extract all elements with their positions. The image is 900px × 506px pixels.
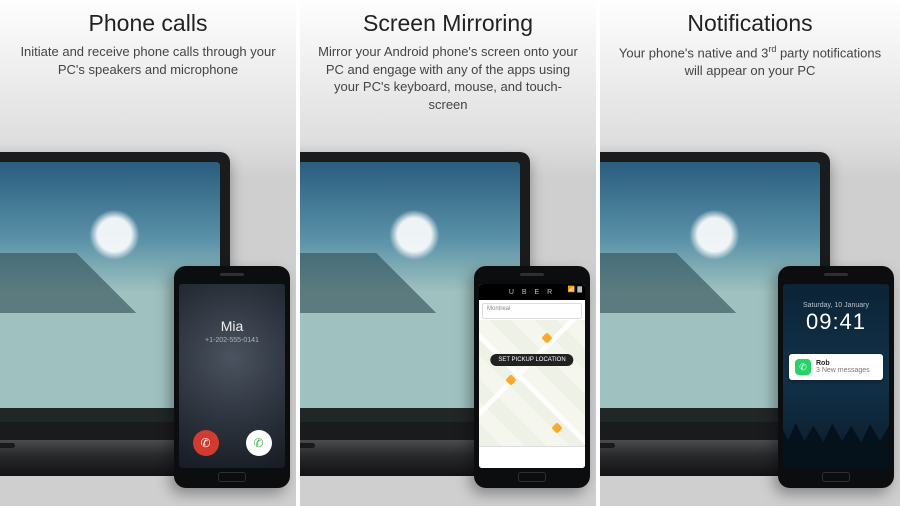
lockscreen-art	[783, 420, 889, 468]
lockscreen-notification[interactable]: ✆ Rob 3 New messages	[789, 354, 883, 380]
panel-heading: Screen Mirroring Mirror your Android pho…	[300, 0, 596, 117]
panel-title: Notifications	[618, 10, 882, 37]
phone-statusbar: 📶▇	[479, 284, 585, 294]
panel-notifications: Notifications Your phone's native and 3r…	[600, 0, 900, 506]
notification-subtext: 3 New messages	[816, 367, 870, 374]
panel-title: Screen Mirroring	[318, 10, 578, 37]
phone: 📶▇ Saturday, 10 January 09:41 ✆ Rob 3 Ne…	[778, 266, 894, 488]
feature-panels: Phone calls Initiate and receive phone c…	[0, 0, 900, 506]
phone-answer-button[interactable]: ✆	[246, 430, 272, 456]
phone: ▾📶▇ Mia +1-202-555-0141 ✆ ✆	[174, 266, 290, 488]
panel-phone-calls: Phone calls Initiate and receive phone c…	[0, 0, 300, 506]
phone-incoming-call: Mia +1-202-555-0141 ✆ ✆	[179, 284, 285, 468]
phone-reject-button[interactable]: ✆	[193, 430, 219, 456]
phone-caller-number: +1-202-555-0141	[205, 337, 259, 344]
phone: 📶▇ U B E R Montreal SET PICKUP LOCATION	[474, 266, 590, 488]
map-marker-icon	[505, 374, 516, 385]
panel-heading: Phone calls Initiate and receive phone c…	[0, 0, 296, 82]
whatsapp-icon: ✆	[795, 359, 811, 375]
phone-caller-name: Mia	[221, 318, 244, 334]
pickup-search-input[interactable]: Montreal	[482, 303, 582, 319]
panel-description: Your phone's native and 3rd party notifi…	[618, 43, 882, 79]
lockscreen-date: Saturday, 10 January	[783, 302, 889, 309]
phone-lockscreen[interactable]: Saturday, 10 January 09:41 ✆ Rob 3 New m…	[783, 284, 889, 468]
panel-title: Phone calls	[18, 10, 278, 37]
panel-heading: Notifications Your phone's native and 3r…	[600, 0, 900, 83]
panel-screen-mirroring: Screen Mirroring Mirror your Android pho…	[300, 0, 600, 506]
panel-description: Mirror your Android phone's screen onto …	[318, 43, 578, 113]
set-pickup-button[interactable]: SET PICKUP LOCATION	[490, 354, 573, 366]
uber-footer	[479, 446, 585, 468]
notification-sender: Rob	[816, 360, 870, 367]
scene: ✆ Rob 3 New messages ✕ Write your messag…	[600, 126, 900, 506]
map-marker-icon	[551, 422, 562, 433]
panel-description: Initiate and receive phone calls through…	[18, 43, 278, 78]
phone-map[interactable]: SET PICKUP LOCATION	[479, 320, 585, 446]
scene: Mia +1-202-555-0141 ✕	[0, 126, 296, 506]
scene: Dell Mobile Connect – My Phone — ▢ ✕	[300, 126, 596, 506]
map-marker-icon	[541, 332, 552, 343]
lockscreen-time: 09:41	[783, 309, 889, 335]
phone-uber-app[interactable]: 📶▇ U B E R Montreal SET PICKUP LOCATION	[479, 284, 585, 468]
